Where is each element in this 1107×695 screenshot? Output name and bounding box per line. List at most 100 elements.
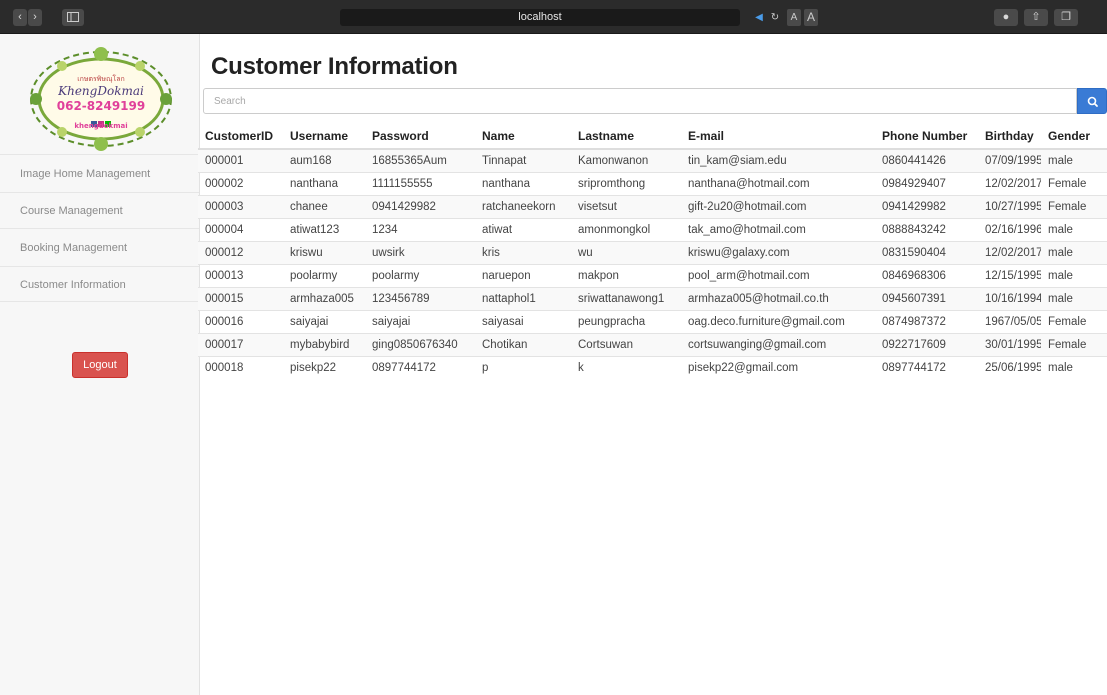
column-header-lastname: Lastname — [571, 124, 681, 150]
cell-email: pisekp22@gmail.com — [681, 355, 875, 379]
cell-email: oag.deco.furniture@gmail.com — [681, 309, 875, 333]
search-input[interactable] — [203, 88, 1077, 114]
forward-button[interactable]: › — [28, 9, 42, 26]
cell-phone-number: 0874987372 — [875, 309, 978, 333]
column-header-birthday: Birthday — [978, 124, 1041, 150]
cell-username: mybabybird — [283, 332, 365, 356]
column-header-phone-number: Phone Number — [875, 124, 978, 150]
cell-gender: male — [1041, 263, 1107, 287]
table-row: 000015 armhaza005 123456789 nattaphol1 sriwa… — [198, 286, 1107, 310]
share-button[interactable]: ⇧ — [1024, 9, 1048, 26]
sidebar-toggle-button[interactable] — [62, 9, 84, 26]
cell-birthday: 12/15/1995 — [978, 263, 1041, 287]
cell-lastname: wu — [571, 240, 681, 264]
cell-lastname: peungpracha — [571, 309, 681, 333]
table-row: 000012 kriswu uwsirk kris wu kriswu@galaxy.co… — [198, 240, 1107, 264]
cell-lastname: Kamonwanon — [571, 148, 681, 172]
column-header-name: Name — [475, 124, 571, 150]
cell-password: ging0850676340 — [365, 332, 475, 356]
cell-password: 1234 — [365, 217, 475, 241]
sidebar-toggle-icon — [67, 12, 79, 22]
cell-username: chanee — [283, 194, 365, 218]
cell-customer-id: 000015 — [198, 286, 283, 310]
address-bar[interactable]: localhost — [340, 9, 740, 26]
column-header-password: Password — [365, 124, 475, 150]
table-row: 000017 mybabybird ging0850676340 Chotikan Co… — [198, 332, 1107, 356]
table-row: 000001 aum168 16855365Aum Tinnapat Kamonwano… — [198, 148, 1107, 172]
cell-email: kriswu@galaxy.com — [681, 240, 875, 264]
cell-password: 0941429982 — [365, 194, 475, 218]
logo-line2: KhengDokmai — [58, 84, 144, 98]
cell-password: 1111155555 — [365, 171, 475, 195]
cell-password: uwsirk — [365, 240, 475, 264]
table-row: 000002 nanthana 1111155555 nanthana sripromt… — [198, 171, 1107, 195]
cell-password: 16855365Aum — [365, 148, 475, 172]
sidebar: เกษตรพิษณุโลก KhengDokmai 062-8249199 kh… — [0, 34, 200, 695]
cell-gender: male — [1041, 286, 1107, 310]
forward-icon: › — [33, 11, 37, 23]
cell-name: nattaphol1 — [475, 286, 571, 310]
cell-username: pisekp22 — [283, 355, 365, 379]
cell-phone-number: 0897744172 — [875, 355, 978, 379]
reload-button[interactable]: ↻ — [768, 9, 782, 26]
text-size-small-button[interactable]: A — [787, 9, 801, 26]
text-size-large-button[interactable]: A — [804, 9, 818, 26]
sidebar-item-course[interactable]: Course Management — [0, 192, 199, 228]
cell-name: nanthana — [475, 171, 571, 195]
cell-phone-number: 0888843242 — [875, 217, 978, 241]
sidebar-item-booking[interactable]: Booking Management — [0, 228, 199, 266]
back-button[interactable]: ‹ — [13, 9, 27, 26]
logo-social-icons — [91, 114, 111, 127]
cell-username: kriswu — [283, 240, 365, 264]
cell-birthday: 07/09/1995 — [978, 148, 1041, 172]
table-row: 000004 atiwat123 1234 atiwat amonmongkol tak_… — [198, 217, 1107, 241]
reload-icon: ↻ — [770, 12, 780, 23]
sidebar-item-image-home[interactable]: Image Home Management — [0, 154, 199, 192]
cell-username: saiyajai — [283, 309, 365, 333]
cell-email: armhaza005@hotmail.co.th — [681, 286, 875, 310]
logo-handle: khengdokmai — [74, 122, 128, 130]
tabs-button[interactable]: ❐ — [1054, 9, 1078, 26]
cell-phone-number: 0846968306 — [875, 263, 978, 287]
cell-name: naruepon — [475, 263, 571, 287]
cell-username: atiwat123 — [283, 217, 365, 241]
search-button[interactable] — [1077, 88, 1107, 114]
customer-table: CustomerID Username Password Name Lastname E-… — [198, 124, 1107, 379]
cell-gender: male — [1041, 148, 1107, 172]
column-header-gender: Gender — [1041, 124, 1107, 150]
logo-phone: 062-8249199 — [56, 99, 146, 113]
share-icon: ⇧ — [1031, 11, 1041, 23]
column-header-email: E-mail — [681, 124, 875, 150]
cell-phone-number: 0922717609 — [875, 332, 978, 356]
back-icon: ‹ — [18, 11, 22, 23]
cell-phone-number: 0831590404 — [875, 240, 978, 264]
cell-customer-id: 000003 — [198, 194, 283, 218]
logout-button[interactable]: Logout — [72, 352, 128, 378]
cell-password: saiyajai — [365, 309, 475, 333]
cell-email: nanthana@hotmail.com — [681, 171, 875, 195]
cell-customer-id: 000016 — [198, 309, 283, 333]
audio-icon: ◀︎ — [755, 12, 763, 23]
download-button[interactable]: ● — [994, 9, 1018, 26]
sidebar-item-label: Course Management — [20, 205, 123, 217]
cell-gender: male — [1041, 217, 1107, 241]
cell-email: cortsuwanging@gmail.com — [681, 332, 875, 356]
cell-username: aum168 — [283, 148, 365, 172]
cell-username: poolarmy — [283, 263, 365, 287]
sidebar-item-label: Image Home Management — [20, 168, 151, 180]
cell-email: gift-2u20@hotmail.com — [681, 194, 875, 218]
sidebar-item-customer[interactable]: Customer Information — [0, 266, 199, 302]
search-icon — [1087, 96, 1098, 107]
cell-lastname: k — [571, 355, 681, 379]
cell-birthday: 25/06/1995 — [978, 355, 1041, 379]
cell-name: kris — [475, 240, 571, 264]
cell-birthday: 02/16/1996 — [978, 217, 1041, 241]
cell-password: 123456789 — [365, 286, 475, 310]
audio-button[interactable]: ◀︎ — [752, 9, 766, 26]
cell-customer-id: 000002 — [198, 171, 283, 195]
cell-lastname: makpon — [571, 263, 681, 287]
sidebar-item-label: Customer Information — [20, 279, 126, 291]
cell-password: poolarmy — [365, 263, 475, 287]
page-title: Customer Information — [211, 53, 458, 80]
cell-birthday: 12/02/2017 — [978, 240, 1041, 264]
